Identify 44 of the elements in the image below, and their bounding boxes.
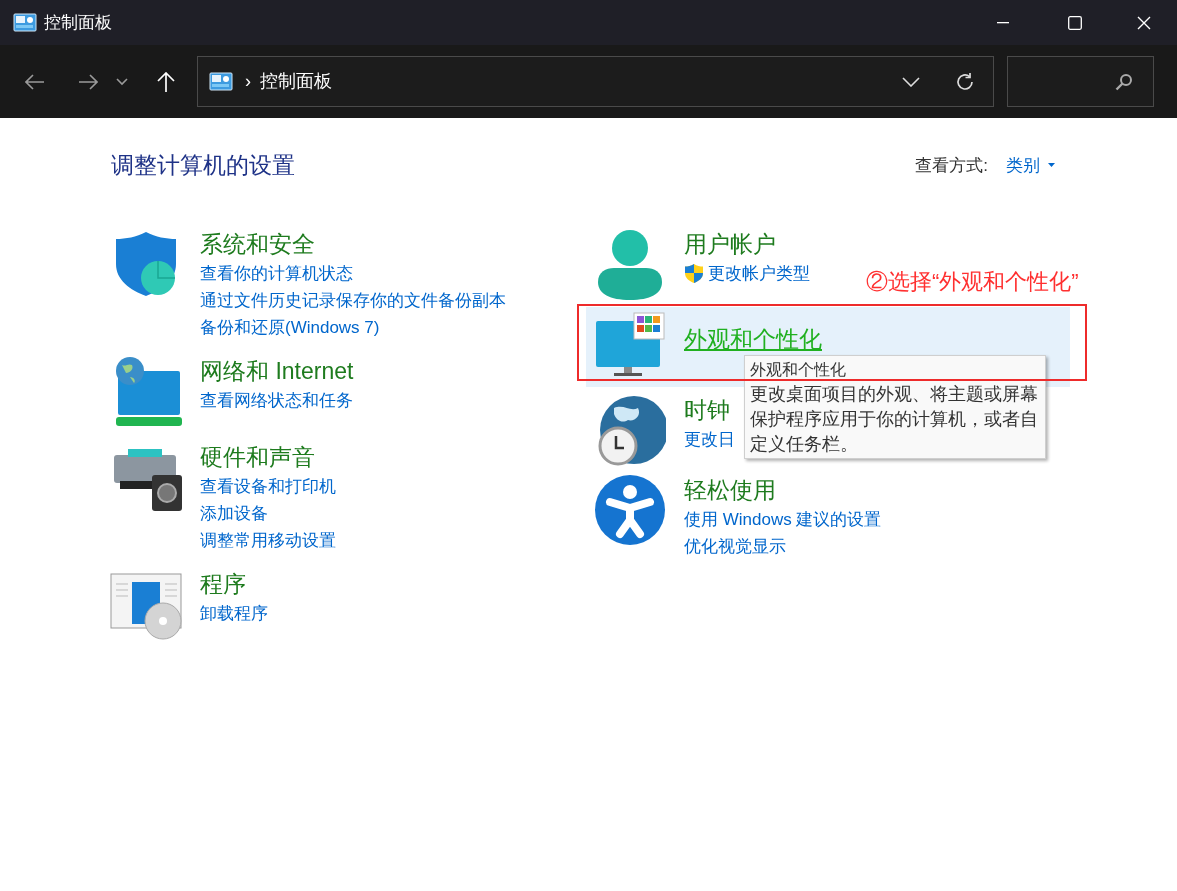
task-link[interactable]: 更改帐户类型	[708, 259, 810, 287]
annotation-text: ②选择“外观和个性化”	[866, 268, 1079, 296]
task-link[interactable]: 查看设备和打印机	[200, 472, 336, 500]
breadcrumb-item[interactable]: 控制面板	[260, 68, 332, 95]
category-link[interactable]: 网络和 Internet	[200, 354, 354, 387]
task-link[interactable]: 优化视觉显示	[684, 532, 882, 560]
category-link[interactable]: 程序	[200, 567, 268, 600]
search-field[interactable]	[1007, 56, 1154, 107]
category-link[interactable]: 轻松使用	[684, 473, 882, 506]
minimize-icon	[997, 21, 1009, 24]
category-link[interactable]: 系统和安全	[200, 227, 506, 260]
task-link[interactable]: 添加设备	[200, 499, 336, 527]
refresh-icon	[955, 71, 975, 92]
category-link[interactable]: 时钟	[684, 393, 735, 426]
close-icon	[1137, 15, 1151, 30]
control-panel-icon	[13, 12, 37, 33]
task-link[interactable]: 查看网络状态和任务	[200, 386, 354, 414]
page-heading: 调整计算机的设置	[111, 151, 295, 180]
task-link[interactable]: 通过文件历史记录保存你的文件备份副本	[200, 286, 506, 314]
accessibility-icon	[594, 473, 666, 546]
breadcrumb-separator: ›	[245, 70, 251, 93]
task-link[interactable]: 卸载程序	[200, 599, 268, 627]
address-bar[interactable]: › 控制面板	[197, 56, 994, 107]
control-panel-icon	[209, 71, 233, 92]
back-arrow-icon	[25, 73, 45, 90]
task-link[interactable]: 使用 Windows 建议的设置	[684, 505, 882, 533]
view-by-dropdown[interactable]: 类别	[1006, 152, 1055, 178]
chevron-down-icon	[902, 76, 920, 87]
task-link[interactable]: 更改日	[684, 425, 735, 453]
chevron-down-icon	[116, 77, 128, 86]
window-title: 控制面板	[44, 11, 112, 34]
view-by-label: 查看方式:	[915, 154, 988, 177]
tooltip-title: 外观和个性化	[750, 360, 847, 380]
task-link[interactable]: 备份和还原(Windows 7)	[200, 313, 506, 341]
task-link[interactable]: 查看你的计算机状态	[200, 259, 506, 287]
category-link[interactable]: 硬件和声音	[200, 440, 336, 473]
maximize-icon	[1068, 15, 1082, 30]
shield-icon	[684, 262, 704, 284]
task-link[interactable]: 调整常用移动设置	[200, 526, 336, 554]
up-arrow-icon	[157, 71, 175, 92]
forward-arrow-icon	[78, 73, 98, 90]
category-link[interactable]: 用户帐户	[684, 227, 810, 260]
search-icon	[1115, 72, 1133, 91]
caret-down-icon	[1048, 163, 1055, 168]
